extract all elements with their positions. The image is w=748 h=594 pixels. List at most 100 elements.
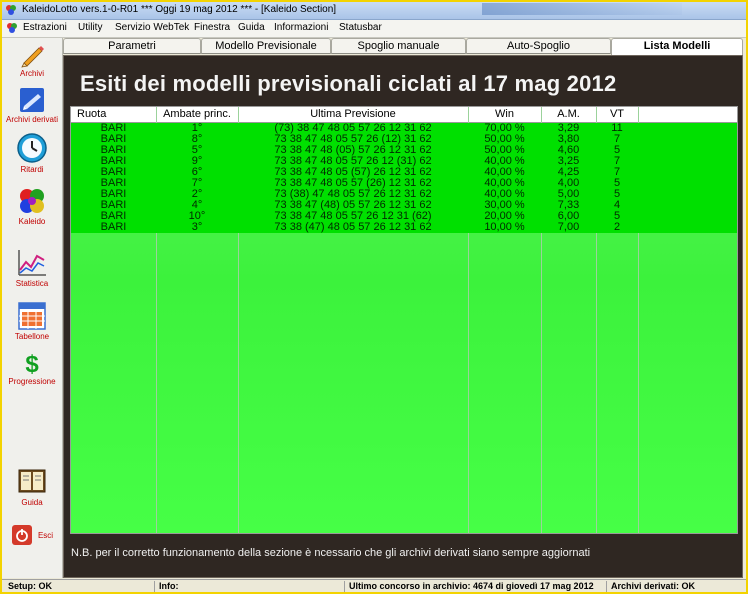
- table-row[interactable]: BARI 1° (73) 38 47 48 05 57 26 12 31 62 70,…: [71, 123, 737, 134]
- status-bar: Setup: OK Info: Ultimo concorso in archi…: [2, 579, 746, 592]
- cell-vt: 5: [613, 178, 621, 189]
- menu-estrazioni[interactable]: Estrazioni: [23, 22, 67, 33]
- column-header-win[interactable]: Win: [468, 107, 541, 122]
- cell-previsione: 73 38 47 48 05 57 (26) 12 31 62: [274, 178, 432, 189]
- application-window: KaleidoLotto vers.1-0-R01 *** Oggi 19 ma…: [2, 2, 746, 592]
- book-icon: [18, 469, 46, 493]
- cell-ambata: 7°: [191, 178, 203, 189]
- table-row[interactable]: BARI 6° 73 38 47 48 05 (57) 26 12 31 62 40,…: [71, 167, 737, 178]
- menu-bar: Estrazioni Utility Servizio WebTek Fines…: [2, 20, 746, 38]
- sidebar-item-label: Statistica: [15, 279, 49, 288]
- cell-win: 70,00 %: [484, 123, 525, 134]
- cell-ruota: BARI: [100, 211, 127, 222]
- tab-lista-modelli[interactable]: Lista Modelli: [611, 38, 743, 55]
- kaleido-icon: [20, 189, 44, 213]
- sidebar-item-label: Esci: [37, 531, 54, 540]
- cell-ruota: BARI: [100, 156, 127, 167]
- cell-vt: 11: [611, 123, 623, 134]
- sidebar-item-label: Ritardi: [20, 165, 44, 174]
- cell-previsione: 73 38 47 48 05 (57) 26 12 31 62: [274, 167, 432, 178]
- cell-ambata: 1°: [191, 123, 203, 134]
- sidebar-item-tabellone[interactable]: Tabellone: [2, 301, 62, 341]
- cell-win: 40,00 %: [484, 167, 525, 178]
- cell-am: 4,60: [557, 145, 580, 156]
- table-row[interactable]: BARI 3° 73 38 (47) 48 05 57 26 12 31 62 10,…: [71, 222, 737, 233]
- sidebar-item-esci[interactable]: Esci: [2, 524, 62, 546]
- sidebar-item-guida[interactable]: Guida: [2, 468, 62, 507]
- cell-win: 50,00 %: [484, 134, 525, 145]
- cell-previsione: 73 38 47 48 05 57 26 12 31 (62): [274, 211, 432, 222]
- cell-ruota: BARI: [100, 178, 127, 189]
- sidebar-item-label: Archivi derivati: [5, 115, 58, 124]
- cell-ambata: 3°: [191, 222, 203, 233]
- cell-ruota: BARI: [100, 222, 127, 233]
- title-bar: KaleidoLotto vers.1-0-R01 *** Oggi 19 ma…: [2, 2, 746, 20]
- cell-vt: 5: [613, 145, 621, 156]
- cell-win: 40,00 %: [484, 189, 525, 200]
- cell-ruota: BARI: [100, 189, 127, 200]
- column-header-vt[interactable]: VT: [596, 107, 638, 122]
- status-archivi-derivati: Archivi derivati: OK: [606, 581, 746, 592]
- cell-am: 3,25: [557, 156, 580, 167]
- cell-previsione: 73 38 47 (48) 05 57 26 12 31 62: [274, 200, 432, 211]
- cell-win: 30,00 %: [484, 200, 525, 211]
- tab-auto-spoglio[interactable]: Auto-Spoglio: [466, 38, 611, 54]
- cell-vt: 2: [613, 222, 621, 233]
- table-row[interactable]: BARI 8° 73 38 47 48 05 57 26 (12) 31 62 50,…: [71, 134, 737, 145]
- power-icon: [11, 525, 32, 545]
- app-icon: [6, 5, 16, 15]
- cell-am: 3,80: [557, 134, 580, 145]
- cell-am: 6,00: [557, 211, 580, 222]
- cell-ruota: BARI: [100, 134, 127, 145]
- clock-icon: [17, 133, 47, 163]
- column-header-ruota[interactable]: Ruota: [71, 107, 156, 122]
- table-row[interactable]: BARI 2° 73 (38) 47 48 05 57 26 12 31 62 40,…: [71, 189, 737, 200]
- sidebar-item-archivi-derivati[interactable]: Archivi derivati: [2, 86, 62, 124]
- cell-previsione: 73 38 47 48 05 57 26 12 (31) 62: [274, 156, 432, 167]
- cell-win: 10,00 %: [484, 222, 525, 233]
- table-row[interactable]: BARI 7° 73 38 47 48 05 57 (26) 12 31 62 40,…: [71, 178, 737, 189]
- tab-spoglio-manuale[interactable]: Spoglio manuale: [331, 38, 466, 54]
- cell-am: 7,33: [557, 200, 580, 211]
- table-row[interactable]: BARI 4° 73 38 47 (48) 05 57 26 12 31 62 30,…: [71, 200, 737, 211]
- menu-utility[interactable]: Utility: [78, 22, 102, 33]
- cell-am: 4,25: [557, 167, 580, 178]
- menu-servizio-webtek[interactable]: Servizio WebTek: [115, 22, 189, 33]
- cell-win: 20,00 %: [484, 211, 525, 222]
- cell-ambata: 4°: [191, 200, 203, 211]
- column-header-ultima-previsione[interactable]: Ultima Previsione: [238, 107, 468, 122]
- menu-finestra[interactable]: Finestra: [194, 22, 230, 33]
- cell-am: 5,00: [557, 189, 580, 200]
- sidebar-item-label: Guida: [21, 498, 43, 507]
- sidebar-item-statistica[interactable]: Statistica: [2, 248, 62, 288]
- cell-vt: 5: [613, 211, 621, 222]
- menu-informazioni[interactable]: Informazioni: [274, 22, 328, 33]
- sidebar-item-progressione[interactable]: $ Progressione: [2, 350, 62, 386]
- sidebar-item-archivi[interactable]: Archivi: [2, 42, 62, 78]
- tab-bar: Parametri Modello Previsionale Spoglio m…: [63, 38, 746, 55]
- cell-ambata: 9°: [191, 156, 203, 167]
- cell-ambata: 6°: [191, 167, 203, 178]
- cell-previsione: 73 38 47 48 05 57 26 (12) 31 62: [274, 134, 432, 145]
- sidebar-item-kaleido[interactable]: Kaleido: [2, 186, 62, 226]
- dollar-icon: $: [25, 351, 39, 376]
- table-icon: [18, 302, 46, 330]
- app-menu-icon[interactable]: [6, 22, 18, 34]
- menu-statusbar[interactable]: Statusbar: [339, 22, 382, 33]
- tab-parametri[interactable]: Parametri: [63, 38, 201, 54]
- table-row[interactable]: BARI 9° 73 38 47 48 05 57 26 12 (31) 62 40,…: [71, 156, 737, 167]
- cell-am: 3,29: [557, 123, 580, 134]
- cell-vt: 7: [613, 167, 621, 178]
- cell-ambata: 10°: [188, 211, 206, 222]
- column-header-ambate[interactable]: Ambate princ.: [156, 107, 238, 122]
- cell-vt: 7: [613, 156, 621, 167]
- status-info: Info:: [154, 581, 344, 592]
- table-row[interactable]: BARI 5° 73 38 47 48 (05) 57 26 12 31 62 50,…: [71, 145, 737, 156]
- table-row[interactable]: BARI 10° 73 38 47 48 05 57 26 12 31 (62) 20…: [71, 211, 737, 222]
- tab-modello-previsionale[interactable]: Modello Previsionale: [201, 38, 331, 54]
- cell-ruota: BARI: [100, 123, 127, 134]
- models-table: Ruota Ambate princ. Ultima Previsione Wi…: [70, 106, 738, 534]
- sidebar-item-ritardi[interactable]: Ritardi: [2, 132, 62, 174]
- column-header-am[interactable]: A.M.: [541, 107, 596, 122]
- menu-guida[interactable]: Guida: [238, 22, 265, 33]
